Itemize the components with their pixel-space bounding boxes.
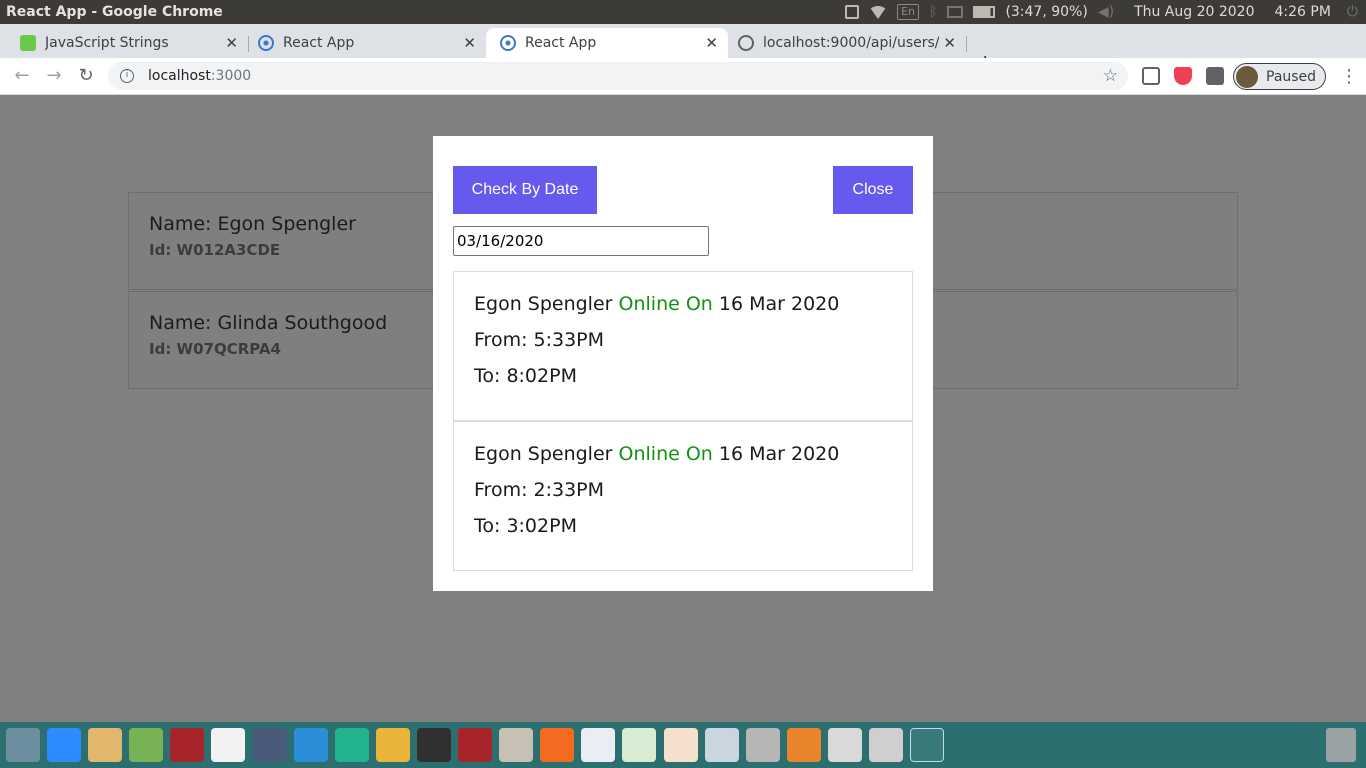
entry-date: 16 Mar 2020 <box>718 443 840 465</box>
tab-react-app[interactable]: React App ✕ <box>244 28 486 58</box>
volume-icon[interactable]: ◀) <box>1098 4 1114 20</box>
entry-header: Egon Spengler Online On 16 Mar 2020 <box>474 292 892 328</box>
entry-status: Online On <box>618 293 713 315</box>
terminal-icon[interactable] <box>416 728 451 762</box>
text-editor-icon[interactable] <box>88 728 123 762</box>
browser-toolbar: ← → ↻ i localhost:3000 ☆ Paused ⋮ <box>0 58 1366 95</box>
clock-time[interactable]: 4:26 PM <box>1275 4 1331 20</box>
window-title: React App - Google Chrome <box>6 4 223 20</box>
battery-status[interactable]: (3:47, 90%) <box>1005 4 1087 20</box>
entry-date: 16 Mar 2020 <box>718 293 840 315</box>
power-icon[interactable]: ⏻ <box>1347 4 1358 20</box>
tab-label: React App <box>525 35 597 51</box>
js-favicon-icon <box>20 35 36 51</box>
software-center-icon[interactable] <box>786 728 821 762</box>
activity-modal: Check By Date Close Egon Spengler Online… <box>433 136 933 591</box>
entry-to-time: To: 3:02PM <box>474 515 577 537</box>
ubuntu-dock <box>0 722 1366 768</box>
files-icon[interactable] <box>499 728 534 762</box>
pycharm-icon[interactable] <box>334 728 369 762</box>
url-port: :3000 <box>210 68 252 84</box>
close-button[interactable]: Close <box>833 166 913 214</box>
entry-to-time: To: 8:02PM <box>474 365 577 387</box>
system-tools-icon[interactable] <box>745 728 780 762</box>
system-tray: En ᛒ (3:47, 90%) ◀) Thu Aug 20 2020 4:26… <box>845 0 1358 24</box>
tab-javascript-strings[interactable]: JavaScript Strings ✕ <box>6 28 249 58</box>
entry-user-name: Egon Spengler <box>474 293 613 315</box>
profile-button[interactable]: Paused <box>1233 63 1326 90</box>
entry-status: Online On <box>618 443 713 465</box>
back-arrow-icon[interactable]: ← <box>10 64 34 88</box>
address-bar[interactable]: i localhost:3000 ☆ <box>108 62 1128 90</box>
entry-user-name: Egon Spengler <box>474 443 613 465</box>
workspace-switcher-icon[interactable] <box>910 728 945 762</box>
chrome-icon[interactable] <box>375 728 410 762</box>
close-tab-icon[interactable]: ✕ <box>463 34 476 52</box>
close-tab-icon[interactable]: ✕ <box>943 34 956 52</box>
entry-from-time: From: 5:33PM <box>474 329 605 351</box>
browser-menu-icon[interactable]: ⋮ <box>1340 66 1358 87</box>
page-overlay[interactable]: Name: Egon Spengler Id: W012A3CDE Name: … <box>0 96 1366 722</box>
reload-icon[interactable]: ↻ <box>74 64 98 88</box>
forward-arrow-icon[interactable]: → <box>42 64 66 88</box>
tab-label: React App <box>283 35 355 51</box>
clipboard-icon[interactable] <box>845 5 860 19</box>
globe-icon <box>738 35 754 51</box>
document-viewer-icon[interactable] <box>211 728 246 762</box>
zoom-icon[interactable] <box>47 728 82 762</box>
terminal-app-icon[interactable] <box>170 728 205 762</box>
impress-icon[interactable] <box>663 728 698 762</box>
browser-tab-strip: JavaScript Strings ✕ React App ✕ React A… <box>0 24 1366 75</box>
firefox-icon[interactable] <box>540 728 575 762</box>
scanner-icon[interactable] <box>827 728 862 762</box>
app-icon[interactable] <box>458 728 493 762</box>
date-input[interactable] <box>453 226 709 256</box>
trash-icon[interactable] <box>1326 728 1356 762</box>
tab-localhost-api-users[interactable]: localhost:9000/api/users/ ✕ <box>724 28 967 58</box>
clock-date[interactable]: Thu Aug 20 2020 <box>1134 4 1254 20</box>
close-tab-icon[interactable]: ✕ <box>225 34 238 52</box>
react-favicon-icon <box>500 35 516 51</box>
checklist-icon[interactable] <box>868 728 903 762</box>
bluetooth-icon[interactable]: ᛒ <box>929 4 937 20</box>
android-studio-icon[interactable] <box>129 728 164 762</box>
writer-icon[interactable] <box>581 728 616 762</box>
tab-label: JavaScript Strings <box>45 35 169 51</box>
tab-react-app-active[interactable]: React App ✕ <box>486 28 728 58</box>
vscode-icon[interactable] <box>293 728 328 762</box>
entry-header: Egon Spengler Online On 16 Mar 2020 <box>474 442 892 478</box>
keyboard-language-indicator[interactable]: En <box>897 4 920 20</box>
bookmark-star-icon[interactable]: ☆ <box>1103 66 1118 86</box>
activity-entry: Egon Spengler Online On 16 Mar 2020 From… <box>453 271 913 421</box>
activity-entry: Egon Spengler Online On 16 Mar 2020 From… <box>453 421 913 571</box>
avatar <box>1236 65 1258 88</box>
mail-icon[interactable] <box>947 6 964 18</box>
tab-separator <box>966 36 967 52</box>
calc-icon[interactable] <box>622 728 657 762</box>
archive-icon[interactable] <box>704 728 739 762</box>
check-by-date-button[interactable]: Check By Date <box>453 166 597 214</box>
battery-icon[interactable] <box>973 6 996 18</box>
url-host: localhost <box>148 68 211 84</box>
site-info-icon[interactable]: i <box>120 69 134 83</box>
system-top-bar: React App - Google Chrome En ᛒ (3:47, 90… <box>0 0 1366 24</box>
settings-app-icon[interactable] <box>252 728 287 762</box>
extension-icon[interactable] <box>1142 67 1160 85</box>
entry-from-time: From: 2:33PM <box>474 479 605 501</box>
profile-status: Paused <box>1266 68 1317 85</box>
tab-label: localhost:9000/api/users/ <box>763 35 939 51</box>
ubuntu-software-icon[interactable] <box>6 728 40 762</box>
wifi-icon[interactable] <box>869 5 888 19</box>
pocket-extension-icon[interactable] <box>1174 67 1192 85</box>
react-favicon-icon <box>258 35 274 51</box>
close-tab-icon[interactable]: ✕ <box>705 34 718 52</box>
extensions-puzzle-icon[interactable] <box>1206 67 1224 85</box>
